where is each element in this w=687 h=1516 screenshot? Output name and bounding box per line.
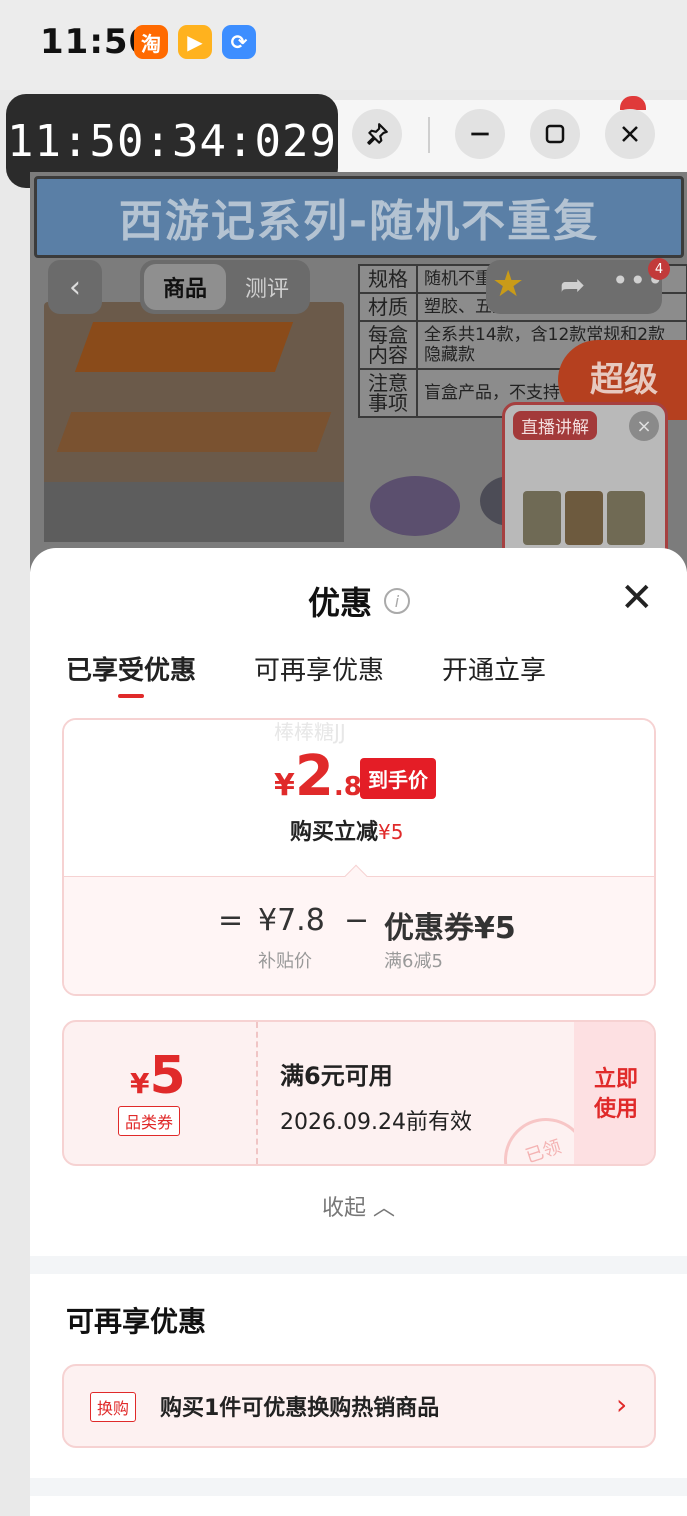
window-close-button[interactable] [605, 109, 655, 159]
minimize-button[interactable] [455, 109, 505, 159]
price-currency: ¥ [274, 768, 295, 803]
live-tag: 直播讲解 [513, 411, 597, 440]
reduce-line: 购买立减¥5 [290, 814, 403, 846]
browser-app-icon: ⟳ [222, 25, 256, 59]
back-button[interactable]: ‹ [48, 260, 102, 314]
maximize-icon [545, 124, 565, 144]
sheet-title: 优惠 [308, 584, 373, 622]
box-stripe [56, 412, 332, 452]
box-base [44, 482, 344, 542]
maximize-button[interactable] [530, 109, 580, 159]
reduce-label: 购买立减 [290, 820, 379, 845]
coupon-validity: 2026.09.24前有效 [280, 1110, 472, 1135]
pin-button[interactable] [352, 109, 402, 159]
sheet-close-button[interactable]: ✕ [620, 578, 654, 618]
tab-product[interactable]: 商品 [144, 264, 226, 310]
collapse-label: 收起 [322, 1196, 367, 1221]
active-tab-indicator [118, 694, 144, 698]
subsidy-price-label: 补贴价 [258, 951, 312, 972]
product-box-image [44, 302, 344, 542]
live-card-image [607, 491, 645, 545]
taobao-app-icon: 淘 [134, 25, 168, 59]
section-divider [30, 1478, 687, 1496]
tab-more-discounts[interactable]: 可再享优惠 [254, 650, 384, 687]
product-image-area: 西游记系列-随机不重复 规格 随机不重复 材质 塑胶、五金件 每盒内容 全系共14款，… [30, 172, 687, 572]
price-formula-section: = ¥7.8 − 优惠券¥5 补贴价 满6减5 [64, 876, 654, 994]
price-decimal: .8 [333, 772, 362, 802]
section-divider [30, 1256, 687, 1274]
window-bar-separator [428, 117, 430, 153]
live-close-button[interactable]: × [629, 411, 659, 441]
favorite-star-icon[interactable]: ★ [492, 264, 524, 305]
product-banner: 西游记系列-随机不重复 [34, 176, 684, 258]
pin-icon [367, 123, 388, 145]
subsidy-price: ¥7.8 [258, 903, 325, 938]
share-icon[interactable]: ➦ [560, 268, 585, 303]
final-price: ¥2.8 [274, 744, 362, 809]
coupon-deduction: 优惠券¥5 [384, 911, 516, 946]
spec-key: 每盒内容 [358, 320, 418, 370]
coupon-condition: 满6元可用 [280, 1062, 393, 1090]
banner-text: 西游记系列-随机不重复 [118, 196, 600, 247]
swap-offer-text: 购买1件可优惠换购热销商品 [160, 1396, 440, 1421]
status-bar: 11:50 淘 ▶ ⟳ [0, 0, 687, 90]
formula-minus: − [344, 903, 370, 938]
coupon-value: 5 [149, 1046, 186, 1106]
chevron-right-icon: › [616, 1388, 628, 1421]
coupon-amount: ¥5 [130, 1046, 186, 1106]
box-stripe [74, 322, 294, 372]
coupon-divider [256, 1022, 258, 1164]
tab-open-to-enjoy[interactable]: 开通立享 [442, 650, 546, 687]
live-card-image [565, 491, 603, 545]
use-coupon-button[interactable]: 立即使用 [574, 1022, 654, 1164]
swap-offer-row[interactable]: 换购 购买1件可优惠换购热销商品 › [62, 1364, 656, 1448]
reduce-amount: ¥5 [378, 820, 404, 844]
toy-image [370, 476, 460, 536]
minimize-icon [471, 132, 489, 136]
discount-sheet: 优惠 i ✕ 已享受优惠 可再享优惠 开通立享 ¥2.8 到手价 购买立减¥5 … [30, 548, 687, 1516]
coupon-card: ¥5 品类券 满6元可用 2026.09.24前有效 已领 立即使用 [62, 1020, 656, 1166]
more-badge: 4 [648, 258, 670, 280]
watermark: 棒棒糖JJ [274, 720, 346, 744]
more-discounts-title: 可再享优惠 [66, 1305, 207, 1338]
price-integer: 2 [294, 744, 334, 809]
spec-key: 规格 [358, 264, 418, 294]
tab-review[interactable]: 测评 [230, 264, 304, 310]
coupon-currency: ¥ [130, 1067, 150, 1100]
live-card-image [523, 491, 561, 545]
coupon-kind-badge: 品类券 [118, 1106, 181, 1136]
spec-key: 材质 [358, 292, 418, 322]
price-breakdown-card: ¥2.8 到手价 购买立减¥5 = ¥7.8 − 优惠券¥5 补贴价 满6减5 [62, 718, 656, 996]
close-icon [622, 126, 638, 142]
spec-key: 注意事项 [358, 368, 418, 418]
video-app-icon: ▶ [178, 25, 212, 59]
swap-tag: 换购 [90, 1392, 137, 1422]
live-preview[interactable]: 直播讲解 × [502, 402, 668, 572]
close-icon: ✕ [620, 575, 654, 621]
notification-dot [620, 96, 646, 110]
chevron-left-icon: ‹ [69, 269, 81, 305]
final-price-section: ¥2.8 到手价 购买立减¥5 [64, 720, 654, 876]
tab-enjoyed-discounts[interactable]: 已享受优惠 [66, 650, 196, 687]
chevron-up-icon: ︿ [373, 1196, 396, 1221]
final-price-tag: 到手价 [360, 758, 436, 799]
formula-equals: = [218, 903, 244, 938]
collapse-button[interactable]: 收起 ︿ [322, 1190, 395, 1222]
info-icon[interactable]: i [384, 588, 410, 614]
coupon-condition-label: 满6减5 [384, 951, 443, 972]
